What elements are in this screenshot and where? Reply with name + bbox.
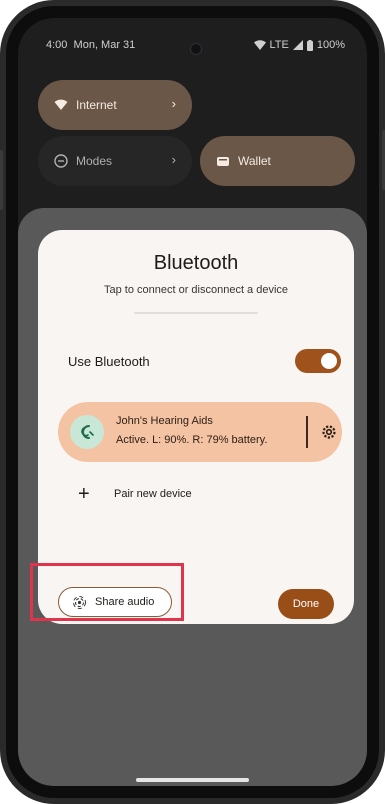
battery-icon <box>306 39 313 51</box>
wifi-icon <box>54 99 68 110</box>
internet-tile-label: Internet <box>76 98 117 112</box>
battery-label: 100% <box>316 39 345 51</box>
dialog-divider <box>134 312 258 314</box>
status-date: Mon, Mar 31 <box>73 39 136 51</box>
gear-icon[interactable] <box>320 423 338 441</box>
signal-icon <box>292 40 303 50</box>
pair-new-device-row[interactable]: + Pair new device <box>78 478 328 518</box>
wifi-icon <box>253 40 266 50</box>
device-divider <box>306 416 308 448</box>
status-time-date: 4:00 Mon, Mar 31 <box>46 39 135 51</box>
status-time: 4:00 <box>46 39 68 51</box>
device-card-hearing-aids[interactable]: John's Hearing Aids Active. L: 90%. R: 7… <box>58 402 342 462</box>
toggle-knob <box>321 353 337 369</box>
chevron-right-icon: › <box>171 96 176 111</box>
modes-tile[interactable]: Modes › <box>38 136 192 186</box>
hearing-aid-badge <box>70 415 104 449</box>
front-camera <box>190 43 202 55</box>
plus-icon: + <box>78 483 90 505</box>
bluetooth-toggle[interactable] <box>295 349 341 373</box>
chevron-right-icon: › <box>171 152 176 167</box>
network-label: LTE <box>269 39 289 51</box>
internet-tile[interactable]: Internet › <box>38 80 192 130</box>
dialog-title: Bluetooth <box>153 252 239 274</box>
done-button[interactable]: Done <box>278 589 334 619</box>
side-button <box>0 150 3 210</box>
status-bar: 4:00 Mon, Mar 31 LTE 100% <box>18 18 367 72</box>
highlight-box <box>30 563 184 621</box>
wallet-tile-label: Wallet <box>238 154 271 168</box>
pair-new-device-label: Pair new device <box>114 488 192 500</box>
device-name: John's Hearing Aids <box>116 415 213 427</box>
wallet-icon <box>217 157 229 166</box>
modes-tile-label: Modes <box>76 154 113 168</box>
modes-icon <box>54 154 68 168</box>
screen: 4:00 Mon, Mar 31 LTE 100% Internet › Mod… <box>18 18 367 786</box>
wallet-tile[interactable]: Wallet <box>200 136 355 186</box>
hearing-aid-icon <box>81 425 94 439</box>
device-status: Active. L: 90%. R: 79% battery. <box>116 434 268 446</box>
dialog-subtitle: Tap to connect or disconnect a device <box>103 284 289 296</box>
use-bluetooth-label: Use Bluetooth <box>68 354 150 369</box>
status-icons: LTE 100% <box>253 39 345 51</box>
home-indicator[interactable] <box>136 778 249 782</box>
